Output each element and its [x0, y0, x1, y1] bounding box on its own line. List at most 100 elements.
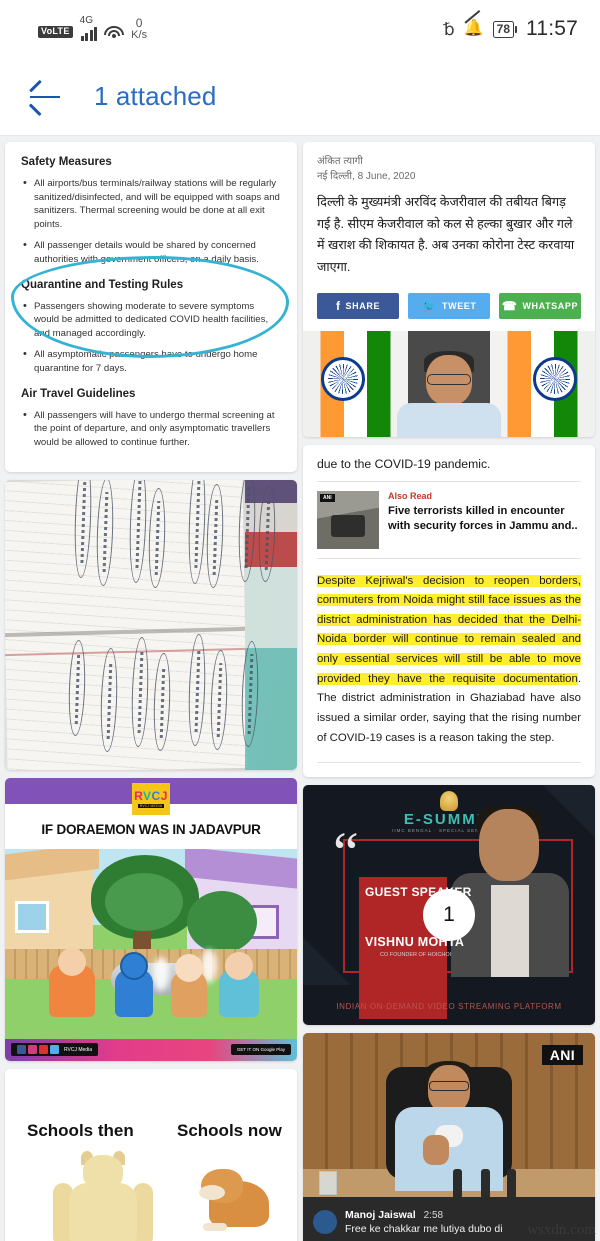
highlighted-text: Despite Kejriwal's decision to reopen bo…	[317, 574, 581, 685]
attachment-grid: Safety Measures All airports/bus termina…	[0, 136, 600, 1241]
ani-badge: ANI	[320, 493, 335, 502]
meme-label-left: Schools then	[27, 1120, 134, 1140]
lightbulb-icon	[440, 791, 458, 812]
rvcj-logo-icon: RVCJ RVCJ MEDIA	[132, 782, 170, 815]
share-twitter-button[interactable]: 🐦 TWEET	[408, 292, 490, 319]
hoichoi-logo-icon	[361, 947, 375, 964]
signal-bars	[80, 26, 98, 41]
rvcj-header-bar: RVCJ RVCJ MEDIA	[5, 777, 297, 815]
share-facebook-label: SHARE	[345, 300, 381, 311]
also-read-title: Five terrorists killed in encounter with…	[388, 504, 578, 532]
share-button-row: f SHARE 🐦 TWEET ☎ WHATSAPP	[317, 292, 581, 319]
grid-column-left: Safety Measures All airports/bus termina…	[5, 142, 297, 1241]
article-author: अंकित त्यागी	[317, 156, 363, 167]
guideline-list-safety: All airports/bus terminals/railway stati…	[21, 176, 281, 267]
bell-muted-icon: 🔔	[464, 9, 484, 37]
card-news-continued[interactable]: due to the COVID-19 pandemic. ANI Also R…	[303, 444, 595, 778]
app-bar: 1 attached	[0, 58, 600, 136]
swole-doge-image	[53, 1150, 153, 1241]
battery-icon: 78	[492, 20, 517, 38]
meme-label-right: Schools now	[177, 1120, 282, 1140]
social-links[interactable]: RVCJ Media	[11, 1043, 98, 1057]
status-bar-left: VoLTE 4G 0 K/s	[38, 15, 147, 41]
instagram-icon[interactable]	[28, 1045, 37, 1055]
card-doge-meme[interactable]: Schools then Schools now Meme	[5, 1068, 297, 1241]
commenter-name: Manoj Jaiswal	[345, 1209, 416, 1222]
guideline-list-air-travel: All passengers will have to undergo ther…	[21, 408, 281, 450]
data-rate-unit: K/s	[131, 29, 148, 42]
attachment-count-badge[interactable]: 1	[423, 889, 475, 942]
esummit-poster-image: E-SUMMIT IIMC BENGAL · SPECIAL SERIES 20…	[303, 785, 595, 1026]
article-continuation: due to the COVID-19 pandemic.	[317, 456, 491, 471]
whatsapp-icon: ☎	[501, 298, 518, 313]
card-news-article[interactable]: अंकित त्यागी नई दिल्ली, 8 June, 2020 दिल…	[303, 142, 595, 437]
video-thumbnail[interactable]: ANI Manoj Jaiswal 2:58 Free ke chakkar m…	[303, 1033, 595, 1241]
guideline-heading-quarantine: Quarantine and Testing Rules	[21, 278, 184, 291]
news-article-body: अंकित त्यागी नई दिल्ली, 8 June, 2020 दिल…	[303, 142, 595, 319]
card-video-comment[interactable]: ANI Manoj Jaiswal 2:58 Free ke chakkar m…	[303, 1033, 595, 1241]
article-lead-paragraph: दिल्ली के मुख्यमंत्री अरविंद केजरीवाल की…	[317, 195, 575, 274]
status-bar-right: ␢ 🔔 78 11:57	[443, 9, 578, 41]
handwritten-note-image	[5, 479, 297, 770]
doraemon-cartoon-image	[5, 848, 297, 1039]
back-arrow-icon[interactable]	[28, 79, 62, 116]
rvcj-letter: R	[134, 788, 144, 803]
facebook-icon: f	[335, 298, 341, 313]
grid-column-right: अंकित त्यागी नई दिल्ली, 8 June, 2020 दिल…	[303, 142, 595, 1241]
phone-screen: VoLTE 4G 0 K/s ␢ 🔔 78 11:57 1 attached S…	[0, 0, 600, 1241]
signal-icon: 4G	[80, 15, 98, 41]
data-rate-indicator: 0 K/s	[131, 17, 147, 41]
comment-text: Free ke chakkar me lutiya dubo di	[345, 1223, 503, 1236]
card-rvcj-meme[interactable]: RVCJ RVCJ MEDIA IF DORAEMON WAS IN JADAV…	[5, 777, 297, 1061]
guest-speaker-role: CO FOUNDER OF HOICHOI	[380, 951, 452, 958]
ani-watermark: ANI	[541, 1045, 583, 1066]
clock: 11:57	[526, 17, 578, 40]
battery-percent: 78	[492, 20, 514, 38]
guidelines-content: Safety Measures All airports/bus termina…	[5, 142, 297, 472]
page-title: 1 attached	[94, 81, 217, 111]
status-bar: VoLTE 4G 0 K/s ␢ 🔔 78 11:57	[0, 0, 600, 58]
share-whatsapp-label: WHATSAPP	[522, 300, 579, 311]
volte-icon: VoLTE	[38, 25, 73, 38]
also-read-label: Also Read	[388, 490, 433, 501]
facebook-icon[interactable]	[17, 1045, 26, 1055]
wifi-icon	[104, 25, 125, 40]
cheems-doge-image	[199, 1168, 273, 1231]
avatar	[313, 1210, 337, 1235]
hoichoi-credit: CO FOUNDER OF HOICHOI	[361, 947, 452, 964]
share-twitter-label: TWEET	[442, 300, 477, 311]
article-hero-image	[303, 330, 595, 437]
card-esummit-poster[interactable]: E-SUMMIT IIMC BENGAL · SPECIAL SERIES 20…	[303, 785, 595, 1026]
guideline-bullet: All asymptomatic passengers have to unde…	[21, 347, 281, 375]
guideline-list-quarantine: Passengers showing moderate to severe sy…	[21, 299, 281, 376]
poster-caption: INDIAN ON-DEMAND VIDEO STREAMING PLATFOR…	[336, 1002, 562, 1012]
article-paragraph: Despite Kejriwal's decision to reopen bo…	[317, 572, 581, 748]
google-play-badge[interactable]: GET IT ON Google Play	[230, 1044, 291, 1056]
share-whatsapp-button[interactable]: ☎ WHATSAPP	[499, 292, 581, 319]
guideline-bullet: All airports/bus terminals/railway stati…	[21, 176, 281, 231]
doge-meme-image: Schools then Schools now Meme	[5, 1068, 297, 1241]
rvcj-letter: V	[143, 788, 152, 803]
rvcj-letter: C	[151, 788, 161, 803]
card-handwritten-note[interactable]	[5, 479, 297, 770]
twitter-icon: 🐦	[421, 298, 438, 313]
twitter-icon[interactable]	[50, 1045, 59, 1055]
guideline-bullet: Passengers showing moderate to severe sy…	[21, 299, 281, 341]
also-read-block[interactable]: ANI Also Read Five terrorists killed in …	[317, 480, 581, 559]
section-divider	[317, 762, 581, 764]
guideline-bullet: All passenger details would be shared by…	[21, 238, 281, 266]
guideline-bullet: All passengers will have to undergo ther…	[21, 408, 281, 450]
rvcj-footer-bar: RVCJ Media GET IT ON Google Play	[5, 1038, 297, 1061]
site-watermark: wsxdn.com	[527, 1222, 596, 1238]
also-read-thumbnail: ANI	[317, 490, 379, 549]
rvcj-brand-label: RVCJ Media	[64, 1046, 92, 1053]
comment-timestamp: 2:58	[423, 1210, 444, 1222]
news-continued-body: due to the COVID-19 pandemic. ANI Also R…	[303, 445, 595, 777]
network-generation-label: 4G	[79, 14, 94, 26]
share-facebook-button[interactable]: f SHARE	[317, 292, 399, 319]
card-covid-guidelines[interactable]: Safety Measures All airports/bus termina…	[5, 142, 297, 472]
bluetooth-icon: ␢	[443, 19, 455, 39]
youtube-icon[interactable]	[39, 1045, 48, 1055]
rvcj-letter: J	[160, 788, 168, 803]
guideline-heading-safety: Safety Measures	[21, 156, 112, 168]
